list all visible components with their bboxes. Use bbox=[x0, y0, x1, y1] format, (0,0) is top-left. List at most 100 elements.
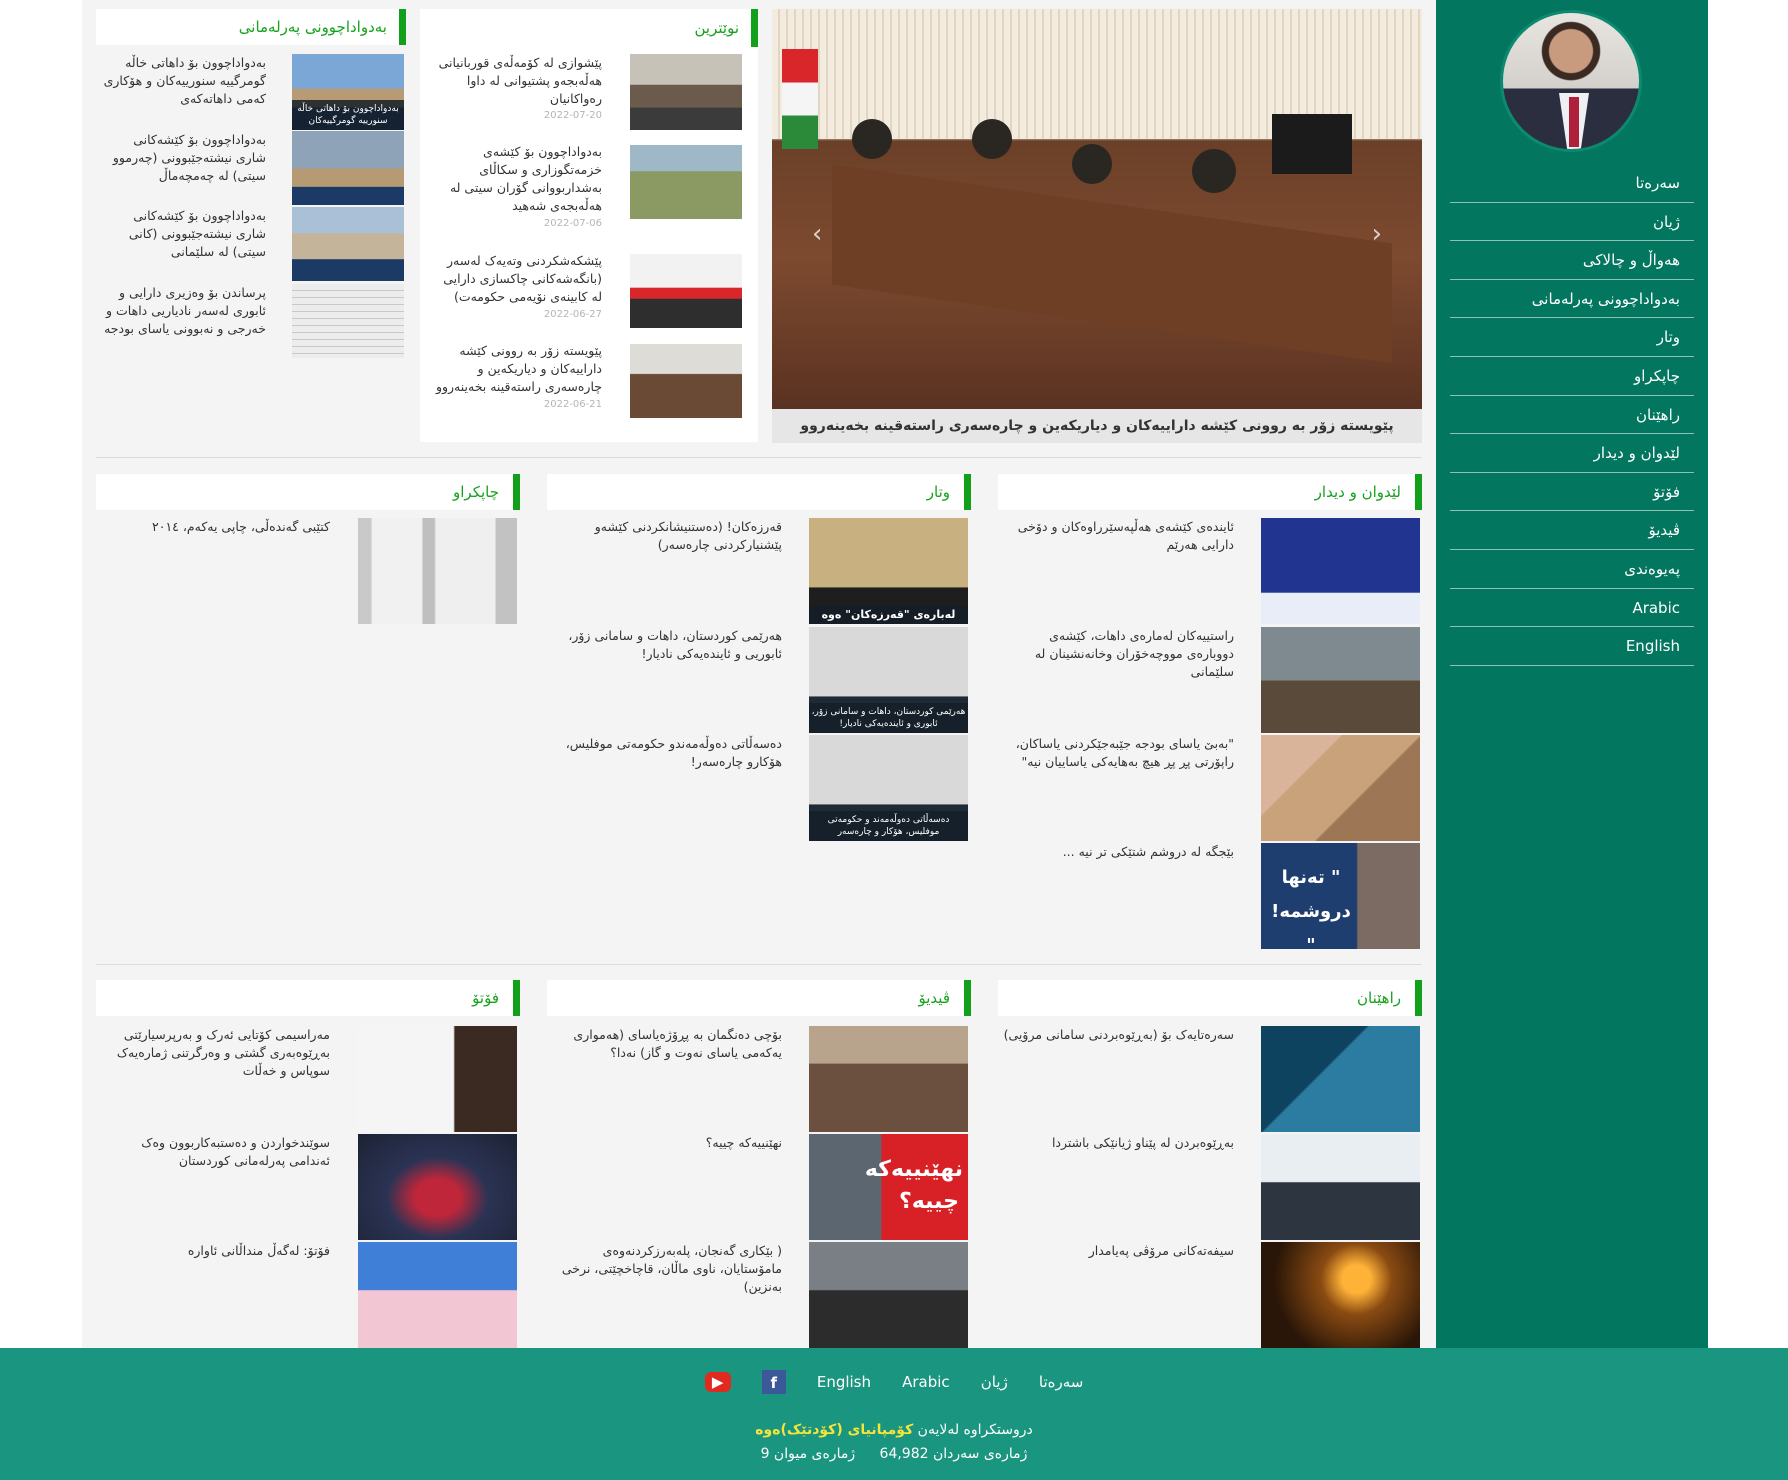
articles-thumb-3[interactable]: دەسەڵاتی دەوڵەمەند و حکومەتی موفلیس، هۆک… bbox=[809, 735, 968, 841]
nav-item-parliament-followup[interactable]: بەدواداچوونی پەرلەمانی bbox=[1450, 280, 1694, 319]
photo-thumb-2[interactable] bbox=[358, 1134, 517, 1240]
profile-avatar[interactable] bbox=[1500, 10, 1642, 152]
nav-item-contact[interactable]: پەیوەندی bbox=[1450, 550, 1694, 589]
interviews-item-4[interactable]: بێجگە لە دروشم شتێکی تر نیە ... bbox=[1000, 843, 1234, 861]
parliament-thumb-3[interactable] bbox=[292, 207, 404, 281]
footer-link-arabic[interactable]: Arabic bbox=[902, 1373, 950, 1391]
footer-credit: دروستکراوە لەلایەن کۆمپانیای (کۆدتێک)ەوە bbox=[0, 1422, 1788, 1438]
featured-slider[interactable]: ‹ › پێویستە زۆر بە روونی کێشە داراییەکان… bbox=[772, 9, 1422, 443]
articles-thumb-caption-3: دەسەڵاتی دەوڵەمەند و حکومەتی موفلیس، هۆک… bbox=[809, 811, 968, 841]
parliament-item-2[interactable]: بەدواداچوون بۆ کێشەکانی شاری نیشتەجێبوون… bbox=[100, 131, 266, 185]
latest-date-3: 2022-06-27 bbox=[543, 309, 602, 320]
articles-item-3[interactable]: دەسەڵاتی دەوڵەمەندو حکومەتی موفلیس، هۆکا… bbox=[550, 735, 782, 771]
visitor-count: ژمارەی سەردان 64,982 bbox=[879, 1446, 1028, 1462]
interviews-heading: لێدوان و دیدار bbox=[998, 474, 1422, 510]
parliament-item-4[interactable]: پرساندن بۆ وەزیری دارایی و ئابوری لەسەر … bbox=[100, 284, 266, 338]
video-item-2[interactable]: نهێنییەکە چییە؟ bbox=[550, 1134, 782, 1152]
guest-count: ژمارەی میوان 9 bbox=[760, 1446, 856, 1462]
interviews-thumb-2[interactable] bbox=[1261, 627, 1420, 733]
photo-item-3[interactable]: فۆتۆ: لەگەڵ منداڵانی ئاوارە bbox=[100, 1242, 330, 1260]
nav-item-english[interactable]: English bbox=[1450, 627, 1694, 666]
video-thumb-2[interactable]: نهێنییەکە چییە؟ bbox=[809, 1134, 968, 1240]
sidebar: سەرەتا ژیان هەواڵ و چالاکی بەدواداچوونی … bbox=[1436, 0, 1708, 1348]
latest-date-1: 2022-07-20 bbox=[543, 110, 602, 121]
nav-item-home[interactable]: سەرەتا bbox=[1450, 164, 1694, 203]
photo-thumb-1[interactable] bbox=[358, 1026, 517, 1132]
nav-item-biography[interactable]: ژیان bbox=[1450, 203, 1694, 242]
training-item-2[interactable]: بەڕێوەبردن لە پێناو ژیانێکی باشتردا bbox=[1000, 1134, 1234, 1152]
parliament-item-3[interactable]: بەدواداچوون بۆ کێشەکانی شاری نیشتەجێبوون… bbox=[100, 207, 266, 261]
latest-thumb-1[interactable] bbox=[630, 54, 742, 130]
footer-link-home[interactable]: سەرەتا bbox=[1039, 1373, 1083, 1391]
nav-item-video[interactable]: ڤیدیۆ bbox=[1450, 511, 1694, 550]
articles-thumb-caption-1: لەبارەی "قەرزەکان" ەوە bbox=[809, 606, 968, 624]
articles-thumb-1[interactable]: لەبارەی "قەرزەکان" ەوە bbox=[809, 518, 968, 624]
slide-caption[interactable]: پێویستە زۆر بە روونی کێشە داراییەکان و د… bbox=[772, 409, 1422, 443]
footer-stats: ژمارەی سەردان 64,982 ژمارەی میوان 9 bbox=[0, 1446, 1788, 1462]
video-heading: ڤیدیۆ bbox=[547, 980, 971, 1016]
video-overlay-text: نهێنییەکە چییە؟ bbox=[864, 1157, 963, 1214]
footer-link-biography[interactable]: ژیان bbox=[981, 1373, 1008, 1391]
latest-item-1[interactable]: پێشوازی لە کۆمەڵەی قوربانیانی هەڵەبجەو پ… bbox=[430, 54, 602, 108]
latest-thumb-2[interactable] bbox=[630, 145, 742, 219]
articles-thumb-2[interactable]: هەرێمی کوردستان، داهات و سامانی زۆر، ئاب… bbox=[809, 627, 968, 733]
youtube-icon[interactable]: ▶ bbox=[704, 1372, 731, 1392]
photo-item-1[interactable]: مەراسیمی کۆتایی ئەرک و بەرپرسیارێتی بەڕێ… bbox=[100, 1026, 330, 1080]
published-thumb-1[interactable] bbox=[358, 518, 517, 624]
interviews-thumb-1[interactable] bbox=[1261, 518, 1420, 624]
interviews-thumb-3[interactable] bbox=[1261, 735, 1420, 841]
articles-heading: وتار bbox=[547, 474, 971, 510]
training-thumb-3[interactable] bbox=[1261, 1242, 1420, 1348]
parliament-heading: بەدواداچوونی پەرلەمانی bbox=[96, 9, 406, 45]
video-item-3[interactable]: ( بێکاری گەنجان، پلەبەرزکردنەوەی مامۆستا… bbox=[550, 1242, 782, 1296]
published-item-1[interactable]: کتێبی گەندەڵی، چاپی یەکەم، ٢٠١٤ bbox=[100, 518, 330, 536]
chevron-left-icon[interactable]: ‹ bbox=[812, 219, 822, 249]
interviews-item-3[interactable]: "بەبێ یاسای بودجە جێبەجێکردنی یاساکان، ر… bbox=[1000, 735, 1234, 771]
parliament-item-1[interactable]: بەدواداچوون بۆ داهاتی خاڵە گومرگییە سنور… bbox=[100, 54, 266, 108]
latest-item-3[interactable]: پێشکەشکردنی وتەیەک لەسەر (بانگەشەکانی چا… bbox=[430, 252, 602, 306]
video-thumb-3[interactable] bbox=[809, 1242, 968, 1348]
slide-image[interactable]: ‹ › bbox=[772, 9, 1422, 409]
facebook-icon[interactable]: f bbox=[761, 1370, 786, 1394]
latest-thumb-4[interactable] bbox=[630, 344, 742, 418]
articles-item-2[interactable]: هەرێمی کوردستان، داهات و سامانی زۆر، ئاب… bbox=[550, 627, 782, 663]
articles-item-1[interactable]: قەرزەکان! (دەستنیشانکردنی کێشەو پێشنیارک… bbox=[550, 518, 782, 554]
chevron-right-icon[interactable]: › bbox=[1372, 219, 1382, 249]
video-thumb-1[interactable] bbox=[809, 1026, 968, 1132]
section-divider-2 bbox=[96, 964, 1422, 965]
credit-company-link[interactable]: کۆمپانیای (کۆدتێک)ەوە bbox=[755, 1422, 913, 1438]
section-divider-1 bbox=[96, 457, 1422, 458]
interviews-thumb-4[interactable]: " تەنها دروشمە! " bbox=[1261, 843, 1420, 949]
nav-item-training[interactable]: راهێنان bbox=[1450, 396, 1694, 435]
latest-heading: نوێترین bbox=[420, 9, 758, 47]
latest-item-2[interactable]: بەدواداچوون بۆ کێشەی خزمەتگوزاری و سکاڵا… bbox=[430, 143, 602, 215]
footer: ▶ f English Arabic ژیان سەرەتا دروستکراو… bbox=[0, 1348, 1788, 1480]
nav-item-photo[interactable]: فۆتۆ bbox=[1450, 473, 1694, 512]
nav-item-news[interactable]: هەواڵ و چالاکی bbox=[1450, 241, 1694, 280]
nav-item-articles[interactable]: وتار bbox=[1450, 318, 1694, 357]
parliament-thumb-caption-1: بەدواداچوون بۆ داهاتی خاڵە سنورییە گومرگ… bbox=[292, 100, 404, 130]
nav-item-interviews[interactable]: لێدوان و دیدار bbox=[1450, 434, 1694, 473]
latest-date-4: 2022-06-21 bbox=[543, 399, 602, 410]
photo-item-2[interactable]: سوێندخواردن و دەستبەکاربوون وەک ئەندامی … bbox=[100, 1134, 330, 1170]
training-item-1[interactable]: سەرەتایەک بۆ (بەڕێوەبردنی سامانی مرۆیی) bbox=[1000, 1026, 1234, 1044]
latest-date-2: 2022-07-06 bbox=[543, 218, 602, 229]
video-item-1[interactable]: بۆچی دەنگمان بە پڕۆژەیاسای (هەمواری یەکە… bbox=[550, 1026, 782, 1062]
photo-thumb-3[interactable] bbox=[358, 1242, 517, 1348]
training-thumb-1[interactable] bbox=[1261, 1026, 1420, 1132]
parliament-thumb-2[interactable] bbox=[292, 131, 404, 205]
interviews-item-1[interactable]: ئایندەی کێشەی هەڵپەسێرراوەکان و دۆخی دار… bbox=[1000, 518, 1234, 554]
footer-links: ▶ f English Arabic ژیان سەرەتا bbox=[0, 1370, 1788, 1394]
articles-thumb-caption-2: هەرێمی کوردستان، داهات و سامانی زۆر، ئاب… bbox=[809, 703, 968, 733]
latest-item-4[interactable]: پێویستە زۆر بە روونی کێشە داراییەکان و د… bbox=[430, 342, 602, 396]
training-thumb-2[interactable] bbox=[1261, 1134, 1420, 1240]
nav-item-arabic[interactable]: Arabic bbox=[1450, 589, 1694, 628]
nav-item-published[interactable]: چاپکراو bbox=[1450, 357, 1694, 396]
latest-thumb-3[interactable] bbox=[630, 254, 742, 328]
parliament-thumb-4[interactable] bbox=[292, 284, 404, 358]
interviews-item-2[interactable]: راستییەکان لەمارەی داهات، کێشەی دووبارەی… bbox=[1000, 627, 1234, 681]
training-item-3[interactable]: سیفەتەکانی مرۆڤی پەیامدار bbox=[1000, 1242, 1234, 1260]
slogan-overlay-text: " تەنها دروشمە! " bbox=[1271, 867, 1351, 949]
footer-link-english[interactable]: English bbox=[817, 1373, 871, 1391]
parliament-thumb-1[interactable]: بەدواداچوون بۆ داهاتی خاڵە سنورییە گومرگ… bbox=[292, 54, 404, 130]
